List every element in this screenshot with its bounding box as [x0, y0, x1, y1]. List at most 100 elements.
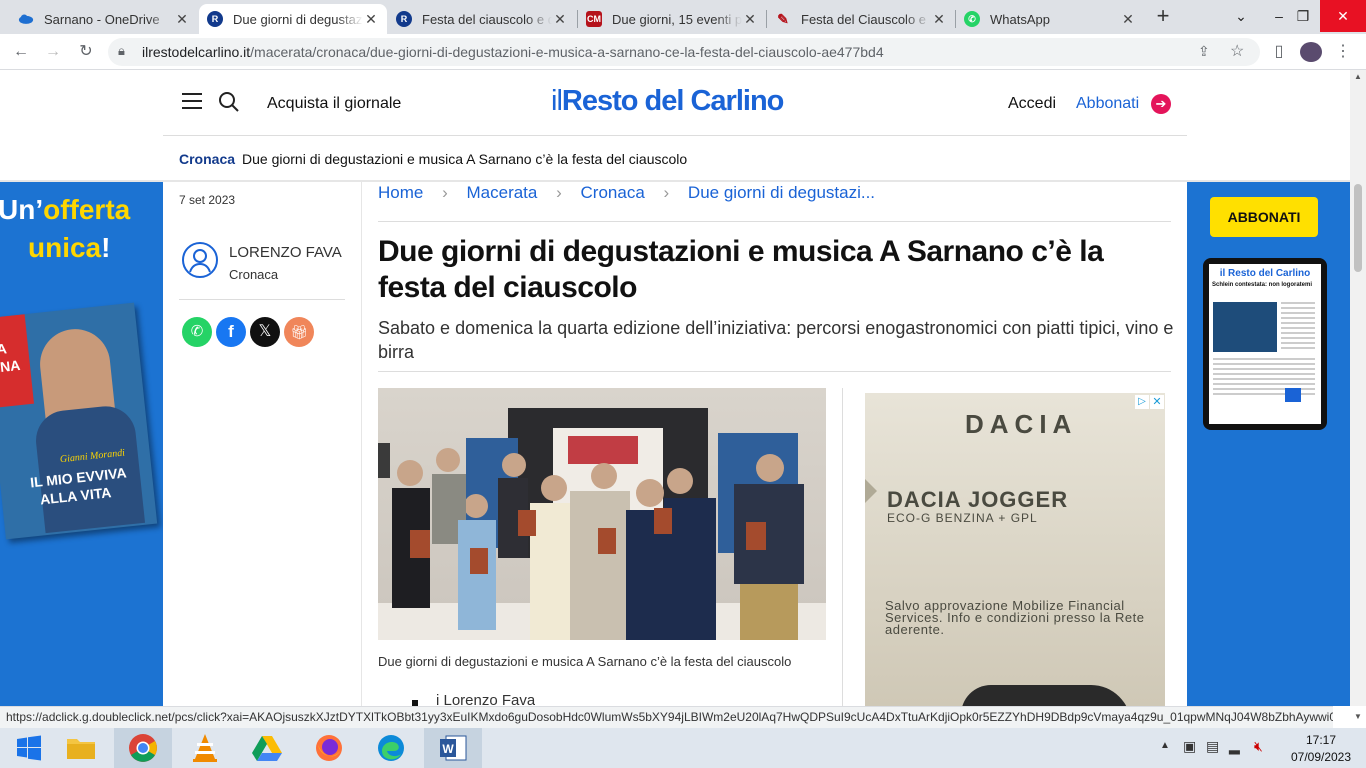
tab-title: Festa del ciauscolo e de [422, 11, 552, 27]
subscribe-ad-button[interactable]: ABBONATI [1210, 197, 1318, 237]
file-explorer-icon[interactable] [52, 728, 110, 768]
breadcrumb-current[interactable]: Due giorni di degustazi... [688, 183, 875, 202]
whatsapp-icon: ✆ [964, 11, 980, 27]
author-avatar-icon [182, 242, 218, 278]
sidebar-divider [842, 388, 843, 706]
web-page: Acquista il giornale ilResto del Carlino… [0, 70, 1350, 706]
paper-headline: Schlein contestata: non logoratemi [1212, 282, 1313, 288]
author-name[interactable]: LORENZO FAVA [229, 244, 342, 261]
chevron-right-icon: › [442, 183, 448, 202]
ad-arrow-left-icon [865, 479, 877, 503]
paper-logo: il Resto del Carlino [1219, 268, 1311, 279]
bookmark-star-icon[interactable]: ☆ [1230, 41, 1244, 61]
tray-device-icon[interactable]: ▣ [1183, 738, 1196, 755]
tray-chevron-icon[interactable]: ▲ [1160, 740, 1170, 751]
scroll-down-icon[interactable]: ▼ [1354, 712, 1362, 721]
scrollbar-thumb[interactable] [1354, 184, 1362, 272]
logo-prefix: il [551, 85, 563, 117]
tray-signal-icon[interactable]: ▂ [1229, 738, 1240, 755]
buy-newspaper-link[interactable]: Acquista il giornale [267, 95, 401, 113]
google-drive-icon[interactable] [238, 728, 296, 768]
close-tab-icon[interactable]: ✕ [1120, 11, 1136, 28]
menu-dots-icon[interactable]: ⋮ [1331, 40, 1355, 64]
dacia-advertisement[interactable]: ▷ ✕ DACIA DACIA JOGGER ECO-G BENZINA + G… [865, 393, 1165, 706]
subscribe-link[interactable]: Abbonati [1076, 95, 1139, 113]
dacia-disclaimer: Salvo approvazione Mobilize Financial Se… [885, 598, 1145, 637]
article-title: Due giorni di degustazioni e musica A Sa… [378, 235, 1104, 304]
left-advertisement[interactable]: Un’offerta unica! LA ANA Gianni Morandi … [0, 182, 163, 706]
back-icon[interactable]: ← [9, 40, 33, 64]
chevron-right-icon: › [556, 183, 562, 202]
browser-tab[interactable]: ✆ WhatsApp ✕ [956, 4, 1144, 34]
close-tab-icon[interactable]: ✕ [742, 11, 758, 28]
arrow-right-icon[interactable]: ➔ [1151, 94, 1171, 114]
browser-tab[interactable]: R Festa del ciauscolo e de ✕ [388, 4, 576, 34]
meta-divider [179, 299, 345, 300]
address-bar[interactable]: 🔒︎ ilrestodelcarlino.it/macerata/cronaca… [108, 38, 1260, 66]
taskbar-time[interactable]: 17:17 [1290, 733, 1352, 747]
browser-tab[interactable]: ✎ Festa del Ciauscolo e d ✕ [767, 4, 955, 34]
breadcrumb-divider [378, 221, 1171, 222]
browser-tab[interactable]: Sarnano - OneDrive ✕ [10, 4, 198, 34]
x-share-icon[interactable]: 𝕏 [250, 317, 280, 347]
browser-tab-active[interactable]: R Due giorni di degustazi ✕ [199, 4, 387, 34]
gift-share-icon[interactable]: 🎁︎ [284, 317, 314, 347]
cronache-maceratesi-favicon-icon: CM [586, 11, 602, 27]
breadcrumb-macerata[interactable]: Macerata [467, 183, 538, 202]
page-scrollbar[interactable]: ▲ ▼ [1350, 70, 1366, 721]
vlc-icon[interactable] [176, 728, 234, 768]
site-logo[interactable]: ilResto del Carlino [551, 85, 784, 118]
breadcrumb-cronaca[interactable]: Cronaca [581, 183, 645, 202]
hamburger-menu-icon[interactable] [182, 93, 202, 109]
breadcrumb: Home › Macerata › Cronaca › Due giorni d… [378, 183, 875, 203]
whatsapp-share-icon[interactable]: ✆ [182, 317, 212, 347]
profile-avatar[interactable] [1300, 42, 1322, 62]
dacia-logo: DACIA [965, 409, 1078, 439]
forward-icon[interactable]: → [41, 40, 65, 64]
pen-favicon-icon: ✎ [777, 10, 789, 27]
share-icon[interactable]: ⇪ [1198, 43, 1210, 60]
scroll-up-icon[interactable]: ▲ [1354, 72, 1362, 81]
taskbar-date[interactable]: 07/09/2023 [1286, 750, 1356, 764]
close-tab-icon[interactable]: ✕ [363, 11, 379, 28]
side-panel-icon[interactable]: ▯ [1267, 40, 1291, 64]
ad-choices-icon[interactable]: ▷ [1135, 395, 1149, 409]
chrome-icon[interactable] [114, 728, 172, 768]
chevron-right-icon: › [663, 183, 670, 202]
ad-headline-2: unica! [28, 232, 111, 263]
reload-icon[interactable]: ↻ [74, 40, 98, 64]
ad-headline-1: Un’offerta [0, 194, 131, 225]
close-tab-icon[interactable]: ✕ [931, 11, 947, 28]
windows-taskbar: W ▲ ▣ ▤ ▂ 🔇︎ 17:17 07/09/2023 [0, 728, 1366, 768]
windows-start-icon[interactable] [0, 728, 58, 768]
login-link[interactable]: Accedi [1008, 95, 1056, 113]
tray-volume-muted-icon[interactable]: 🔇︎ [1254, 738, 1263, 755]
search-icon[interactable] [218, 91, 240, 113]
word-icon[interactable]: W [424, 728, 482, 768]
facebook-share-icon[interactable]: f [216, 317, 246, 347]
resto-carlino-favicon-icon: R [396, 11, 412, 27]
firefox-icon[interactable] [300, 728, 358, 768]
new-tab-button[interactable]: + [1150, 5, 1176, 29]
magazine-cover-image: LA ANA Gianni Morandi IL MIO EVVIVA ALLA… [0, 302, 158, 540]
tablet-newspaper-image: il Resto del Carlino Schlein contestata:… [1203, 258, 1327, 430]
nav-article-title: Due giorni di degustazioni e musica A Sa… [242, 151, 688, 167]
link-status-bar: https://adclick.g.doubleclick.net/pcs/cl… [0, 706, 1333, 728]
photo-caption: Due giorni di degustazioni e musica A Sa… [378, 654, 792, 669]
tab-title: Due giorni di degustazi [233, 11, 363, 27]
subtitle-divider [378, 371, 1171, 372]
dacia-fuel: ECO-G BENZINA + GPL [887, 511, 1038, 525]
svg-text:W: W [442, 742, 454, 756]
ad-close-icon[interactable]: ✕ [1150, 395, 1164, 409]
close-tab-icon[interactable]: ✕ [174, 11, 190, 28]
tray-network-icon[interactable]: ▤ [1206, 738, 1219, 755]
browser-tab[interactable]: CM Due giorni, 15 eventi pe ✕ [578, 4, 766, 34]
section-label[interactable]: Cronaca [179, 151, 235, 167]
browser-tab-strip: Sarnano - OneDrive ✕ R Due giorni di deg… [0, 0, 1366, 34]
article-photo[interactable] [378, 388, 826, 640]
close-window-button[interactable]: ✕ [1320, 0, 1366, 32]
breadcrumb-home[interactable]: Home [378, 183, 423, 202]
close-tab-icon[interactable]: ✕ [552, 11, 568, 28]
right-advertisement[interactable]: ABBONATI il Resto del Carlino Schlein co… [1187, 182, 1350, 706]
edge-icon[interactable] [362, 728, 420, 768]
